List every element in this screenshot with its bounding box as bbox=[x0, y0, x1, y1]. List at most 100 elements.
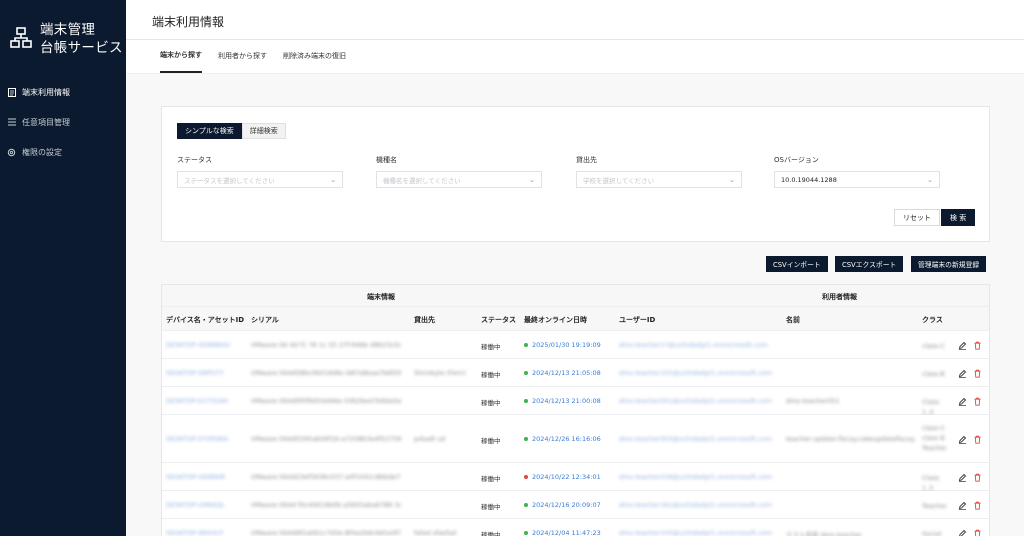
col-user-id[interactable]: ユーザーID bbox=[619, 315, 655, 325]
lender-label: 貸出先 bbox=[576, 156, 597, 164]
status-dot-icon bbox=[524, 437, 528, 441]
delete-icon[interactable] bbox=[973, 501, 982, 510]
last-online-text: 2024/12/04 11:47:23 bbox=[532, 529, 601, 536]
delete-icon[interactable] bbox=[973, 341, 982, 350]
sidebar-item-label: 端末利用情報 bbox=[22, 87, 70, 97]
search-mode-toggle: シンプルな検索 詳細検索 bbox=[177, 123, 286, 139]
user-id-link[interactable]: dms-teacher161@uchidadyt1.onmicrosoft.co… bbox=[619, 501, 779, 509]
class-cell: class-C bbox=[922, 342, 946, 350]
user-id-link[interactable]: dms-teacher018@uchidadyt1.onmicrosoft.co… bbox=[619, 473, 779, 481]
last-online-cell: 2024/12/04 11:47:23 bbox=[524, 529, 601, 536]
edit-icon[interactable] bbox=[958, 529, 967, 536]
edit-icon[interactable] bbox=[958, 501, 967, 510]
detail-search-button[interactable]: 詳細検索 bbox=[241, 123, 286, 139]
tab-search-by-device[interactable]: 端末から探す bbox=[160, 45, 202, 73]
serial-cell: VMware-564d23ef5636c037-a0f1041c8bbde778 bbox=[251, 473, 401, 481]
name-cell: teacher-update-fiscay.cakeupdatefiscay bbox=[786, 435, 915, 443]
last-online-cell: 2024/12/13 21:05:08 bbox=[524, 369, 601, 377]
csv-export-button[interactable]: CSVエクスポート bbox=[835, 256, 904, 272]
device-name-link[interactable]: DESKTOP-D6PUTY bbox=[166, 369, 246, 377]
status-dot-icon bbox=[524, 343, 528, 347]
model-select[interactable]: 機種名を選択してください ⌄ bbox=[376, 171, 542, 188]
col-name[interactable]: 名前 bbox=[786, 315, 800, 325]
device-name-link[interactable]: DESKTOP-9NX4LP bbox=[166, 529, 246, 536]
table-group-header: 端末情報 利用者情報 bbox=[162, 285, 989, 307]
chevron-down-icon: ⌄ bbox=[729, 175, 735, 184]
chevron-down-icon: ⌄ bbox=[529, 175, 535, 184]
app-title-line1: 端末管理 bbox=[40, 22, 96, 38]
edit-icon[interactable] bbox=[958, 369, 967, 378]
col-lender[interactable]: 貸出先 bbox=[414, 315, 435, 325]
new-device-register-button[interactable]: 管理端末の新規登録 bbox=[911, 256, 987, 272]
main-content: 端末利用情報 端末から探す 利用者から探す 削除済み端末の復旧 シンプルな検索 … bbox=[126, 0, 1024, 536]
status-dot-icon bbox=[524, 399, 528, 403]
user-id-link[interactable]: dms-teacher101@uchidadyt1.onmicrosoft.co… bbox=[619, 369, 779, 377]
list-icon bbox=[7, 118, 16, 127]
class-cell: class-B bbox=[922, 370, 945, 378]
lender-cell: fafad sfasfad bbox=[414, 529, 457, 536]
last-online-text: 2024/12/16 20:09:07 bbox=[532, 501, 601, 509]
sidebar-item-custom-fields[interactable]: 任意項目管理 bbox=[0, 107, 126, 137]
user-id-link[interactable]: dms-teacher003@uchidadyt1.onmicrosoft.co… bbox=[619, 435, 779, 443]
device-table: 端末情報 利用者情報 デバイス名・アセットID シリアル 貸出先 ステータス 最… bbox=[161, 284, 990, 536]
edit-icon[interactable] bbox=[958, 397, 967, 406]
model-field: 機種名 機種名を選択してください ⌄ bbox=[376, 155, 542, 188]
reset-button[interactable]: リセット bbox=[894, 209, 940, 226]
status-cell: 稼働中 bbox=[481, 399, 501, 407]
user-id-link[interactable]: dms-teacher17@uchidadyt1.onmicrosoft.com bbox=[619, 341, 779, 349]
page-header: 端末利用情報 bbox=[126, 0, 1024, 40]
device-name-link[interactable]: DESKTOP-ET0PDKA bbox=[166, 435, 246, 443]
os-version-select[interactable]: 10.0.19044.1288 ⌄ bbox=[774, 171, 940, 188]
csv-import-button[interactable]: CSVインポート bbox=[766, 256, 828, 272]
status-dot-icon bbox=[524, 371, 528, 375]
edit-icon[interactable] bbox=[958, 341, 967, 350]
col-status[interactable]: ステータス bbox=[481, 315, 516, 325]
last-online-cell: 2024/12/13 21:00:08 bbox=[524, 397, 601, 405]
sidebar-item-permissions[interactable]: 権限の設定 bbox=[0, 137, 126, 167]
status-cell: 稼働中 bbox=[481, 475, 501, 483]
status-dot-icon bbox=[524, 475, 528, 479]
delete-icon[interactable] bbox=[973, 369, 982, 378]
last-online-text: 2025/01/30 19:19:09 bbox=[532, 341, 601, 349]
device-name-link[interactable]: DESKTOP-U9N4QL bbox=[166, 501, 246, 509]
last-online-cell: 2024/12/16 20:09:07 bbox=[524, 501, 601, 509]
group-device-info: 端末情報 bbox=[367, 293, 395, 301]
last-online-cell: 2025/01/30 19:19:09 bbox=[524, 341, 601, 349]
delete-icon[interactable] bbox=[973, 473, 982, 482]
status-cell: 稼働中 bbox=[481, 343, 501, 351]
chevron-down-icon: ⌄ bbox=[330, 175, 336, 184]
user-id-link[interactable]: dms-teacher051@uchidadyt1.onmicrosoft.co… bbox=[619, 397, 779, 405]
simple-search-button[interactable]: シンプルな検索 bbox=[177, 123, 242, 139]
col-last-online[interactable]: 最終オンライン日時 bbox=[524, 315, 587, 325]
app-title-line2: 台帳サービス bbox=[40, 40, 123, 56]
table-row: DESKTOP-4D9NN4U VMware-56 4d f1 78 1c 55 … bbox=[162, 331, 989, 359]
tab-bar: 端末から探す 利用者から探す 削除済み端末の復旧 bbox=[126, 40, 1024, 74]
device-name-link[interactable]: DESKTOP-E1T32AH bbox=[166, 397, 246, 405]
os-version-value: 10.0.19044.1288 bbox=[781, 175, 837, 184]
delete-icon[interactable] bbox=[973, 435, 982, 444]
sidebar: 端末管理 台帳サービス 端末利用情報 任意項目管理 権限の設定 bbox=[0, 0, 126, 536]
sidebar-item-label: 権限の設定 bbox=[22, 147, 62, 157]
table-row: DESKTOP-ET0PDKA VMware-564d5595ab06f1b-e7… bbox=[162, 415, 989, 463]
last-online-text: 2024/12/13 21:00:08 bbox=[532, 397, 601, 405]
lender-select[interactable]: 学校を選択してください ⌄ bbox=[576, 171, 742, 188]
col-serial[interactable]: シリアル bbox=[251, 315, 279, 325]
col-device-name[interactable]: デバイス名・アセットID bbox=[166, 315, 244, 325]
delete-icon[interactable] bbox=[973, 529, 982, 536]
tab-restore-deleted[interactable]: 削除済み端末の復旧 bbox=[283, 45, 346, 73]
device-name-link[interactable]: DESKTOP-4D9NN4U bbox=[166, 341, 246, 349]
serial-cell: VMware-564d9f2a0b1c7d3e-8f4a2b6c9d1e0f33 bbox=[251, 529, 401, 536]
col-class[interactable]: クラス bbox=[922, 315, 943, 325]
delete-icon[interactable] bbox=[973, 397, 982, 406]
search-button[interactable]: 検 索 bbox=[941, 209, 976, 226]
last-online-text: 2024/10/22 12:34:01 bbox=[532, 473, 601, 481]
sidebar-item-device-usage[interactable]: 端末利用情報 bbox=[0, 77, 126, 107]
status-dot-icon bbox=[524, 531, 528, 535]
edit-icon[interactable] bbox=[958, 435, 967, 444]
edit-icon[interactable] bbox=[958, 473, 967, 482]
user-id-link[interactable]: dms-teacher150@uchidadyt1.onmicrosoft.co… bbox=[619, 529, 779, 536]
status-field: ステータス ステータスを選択してください ⌄ bbox=[177, 155, 343, 188]
device-name-link[interactable]: DESKTOP-GE8N0R bbox=[166, 473, 246, 481]
tab-search-by-user[interactable]: 利用者から探す bbox=[218, 45, 267, 73]
status-select[interactable]: ステータスを選択してください ⌄ bbox=[177, 171, 343, 188]
